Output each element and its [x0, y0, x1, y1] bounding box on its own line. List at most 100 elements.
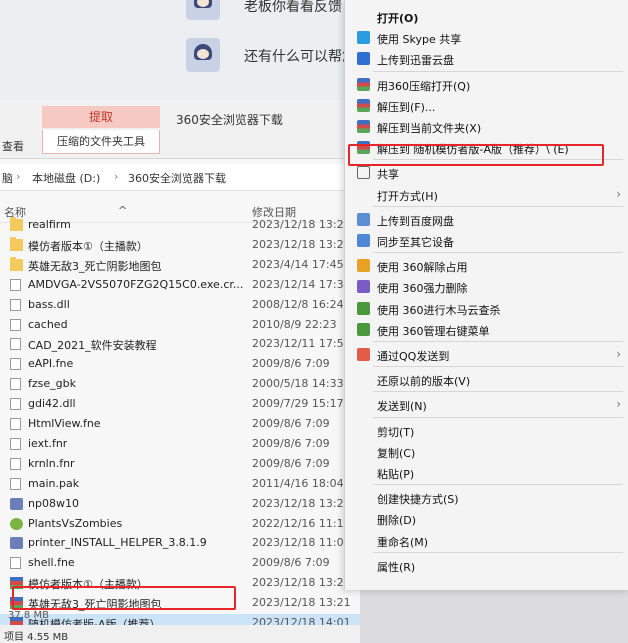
menu-item-label: 解压到当前文件夹(X) [377, 122, 482, 135]
menu-item[interactable]: 重命名(M) [345, 530, 628, 552]
tab-extract[interactable]: 提取 [42, 106, 160, 128]
rar-icon [357, 120, 370, 133]
breadcrumb-pc[interactable]: 脑 [2, 170, 13, 186]
file-row[interactable]: CAD_2021_软件安装教程 2023/12/11 17:56 [0, 335, 360, 354]
menu-item[interactable]: 删除(D) [345, 508, 628, 530]
menu-item[interactable]: 发送到(N) › [345, 394, 628, 416]
file-date: 2009/8/6 7:09 [252, 556, 330, 570]
menu-item-label: 共享 [377, 168, 399, 182]
file-row[interactable]: HtmlView.fne 2009/8/6 7:09 [0, 415, 360, 434]
menu-item[interactable]: 使用 Skype 共享 [345, 27, 628, 49]
menu-item[interactable]: 使用 360进行木马云查杀 [345, 298, 628, 320]
file-name: gdi42.dll [28, 397, 76, 411]
menu-item-label: 使用 360管理右键菜单 [377, 324, 490, 338]
file-row[interactable]: realfirm 2023/12/18 13:21 [0, 216, 360, 235]
menu-item[interactable]: 打开(O) [345, 6, 628, 28]
file-row[interactable]: shell.fne 2009/8/6 7:09 [0, 554, 360, 573]
menu-item[interactable]: 上传到百度网盘 [345, 209, 628, 231]
menu-item-label: 粘贴(P) [377, 468, 415, 481]
file-name: bass.dll [28, 297, 70, 311]
menu-item[interactable]: 同步至其它设备 [345, 230, 628, 252]
file-date: 2023/12/18 13:21 [252, 576, 351, 590]
file-date: 2009/8/6 7:09 [252, 357, 330, 371]
avatar [186, 38, 220, 72]
menu-item[interactable]: 解压到(F)... [345, 95, 628, 117]
file-icon [10, 318, 21, 331]
breadcrumb-folder[interactable]: 360安全浏览器下载 [128, 170, 226, 186]
baidu-icon [357, 212, 370, 226]
file-name: CAD_2021_软件安装教程 [28, 339, 157, 353]
file-name: np08w10 [28, 496, 79, 510]
file-icon [10, 338, 21, 351]
file-row[interactable]: fzse_gbk 2000/5/18 14:33 [0, 375, 360, 394]
tab-view[interactable]: 查看 [2, 138, 24, 154]
menu-item-label: 删除(D) [377, 514, 417, 528]
file-name: HtmlView.fne [28, 417, 101, 430]
status-size: 37.8 MB [8, 610, 49, 621]
menu-item[interactable]: 创建快捷方式(S) [345, 487, 628, 509]
file-icon [10, 278, 21, 291]
file-highlight-box [12, 586, 236, 610]
menu-item[interactable]: 还原以前的版本(V) [345, 369, 628, 391]
360d-icon [357, 301, 370, 315]
menu-item-label: 使用 360进行木马云查杀 [377, 303, 501, 317]
menu-item[interactable]: 属性(R) [345, 555, 628, 577]
file-icon [10, 477, 21, 490]
file-date: 2009/8/6 7:09 [252, 436, 330, 450]
file-row[interactable]: main.pak 2011/4/16 18:04 [0, 475, 360, 494]
status-bar: 项目 4.55 MB [0, 625, 360, 643]
menu-item[interactable]: 解压到当前文件夹(X) [345, 116, 628, 138]
menu-item-label: 还原以前的版本(V) [377, 375, 471, 389]
360c-icon [357, 280, 370, 294]
file-row[interactable]: gdi42.dll 2009/7/29 15:17 [0, 395, 360, 414]
menu-item[interactable]: 剪切(T) [345, 420, 628, 442]
address-bar[interactable]: 脑 › 本地磁盘 (D:) › 360安全浏览器下载 [0, 164, 360, 191]
tab-compressed-tools[interactable]: 压缩的文件夹工具 [42, 130, 160, 154]
file-row[interactable]: 英雄无敌3_死亡阴影地图包 2023/4/14 17:45 [0, 256, 360, 275]
menu-item[interactable]: 粘贴(P) [345, 462, 628, 484]
menu-item-label: 复制(C) [377, 446, 416, 460]
file-name: cached [28, 317, 68, 331]
file-date: 2009/7/29 15:17 [252, 397, 344, 411]
menu-item[interactable]: 使用 360解除占用 [345, 255, 628, 277]
file-date: 2023/12/14 17:35 [252, 277, 351, 291]
file-name: shell.fne [28, 556, 75, 570]
ribbon: 提取 360安全浏览器下载 查看 压缩的文件夹工具 [0, 100, 360, 159]
chevron-right-icon: › [616, 347, 621, 361]
file-icon [10, 398, 21, 411]
menu-item[interactable]: 使用 360管理右键菜单 [345, 319, 628, 341]
file-row[interactable]: krnln.fnr 2009/8/6 7:09 [0, 455, 360, 474]
file-name: 模仿者版本①（主播款） [28, 239, 148, 253]
file-row[interactable]: PlantsVsZombies 2022/12/16 11:17 [0, 515, 360, 534]
sync-icon [357, 234, 370, 247]
menu-item[interactable]: 使用 360强力删除 [345, 276, 628, 298]
file-icon [10, 418, 21, 430]
file-name: 英雄无敌3_死亡阴影地图包 [28, 259, 162, 273]
file-name: krnln.fnr [28, 456, 75, 470]
menu-item[interactable]: 通过QQ发送到 › [345, 344, 628, 366]
breadcrumb-drive[interactable]: 本地磁盘 (D:) [32, 170, 100, 186]
menu-item[interactable]: 上传到迅雷云盘 [345, 48, 628, 70]
menu-item[interactable]: 用360压缩打开(Q) [345, 74, 628, 96]
file-row[interactable]: iext.fnr 2009/8/6 7:09 [0, 435, 360, 454]
file-date: 2023/12/11 17:56 [252, 337, 351, 351]
file-row[interactable]: printer_INSTALL_HELPER_3.8.1.9 2023/12/18… [0, 534, 360, 553]
menu-item-label: 剪切(T) [377, 425, 415, 439]
file-row[interactable]: np08w10 2023/12/18 13:21 [0, 495, 360, 514]
menu-item-label: 属性(R) [377, 560, 416, 574]
menu-item[interactable]: 打开方式(H) › [345, 184, 628, 206]
menu-item-label: 使用 Skype 共享 [377, 33, 462, 47]
share-icon [357, 166, 370, 180]
menu-item-label: 上传到迅雷云盘 [377, 54, 454, 68]
file-row[interactable]: bass.dll 2008/12/8 16:24 [0, 296, 360, 315]
menu-item[interactable]: 复制(C) [345, 441, 628, 463]
menu-separator [373, 252, 623, 254]
menu-item-label: 发送到(N) [377, 400, 427, 414]
file-row[interactable]: eAPI.fne 2009/8/6 7:09 [0, 355, 360, 374]
file-row[interactable]: cached 2010/8/9 22:23 [0, 316, 360, 335]
file-icon [10, 378, 21, 391]
qq-icon [357, 348, 370, 361]
context-menu: 打开(O) 使用 Skype 共享 上传到迅雷云盘用360压缩打开(Q) 解压到(F)… [344, 0, 628, 590]
file-row[interactable]: AMDVGA-2VS5070FZG2Q15C0.exe.cr... 2023/12… [0, 276, 360, 295]
file-row[interactable]: 模仿者版本①（主播款） 2023/12/18 13:29 [0, 236, 360, 255]
